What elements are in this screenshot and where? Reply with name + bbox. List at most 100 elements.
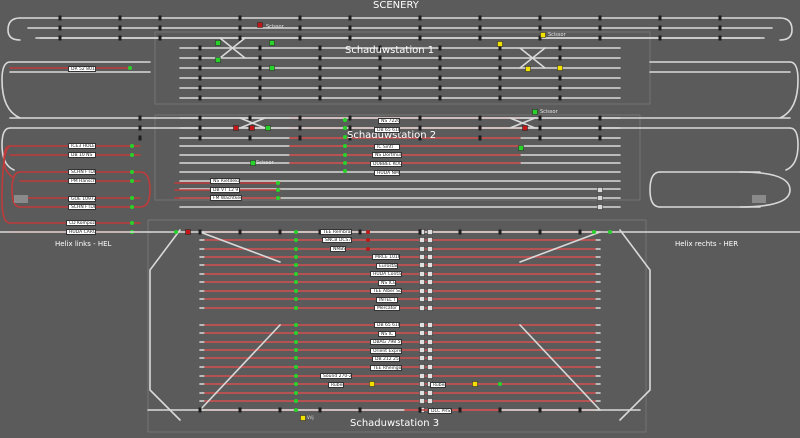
signal-icon [276, 188, 280, 192]
signal-icon [294, 340, 298, 344]
train-label[interactable]: NS IC [378, 331, 396, 337]
signal-icon [592, 230, 596, 234]
train-label[interactable]: NS ICE [378, 280, 396, 286]
train-label[interactable]: HUDA NMS [374, 170, 400, 176]
train-label[interactable]: DB 212 259 6 [372, 356, 400, 362]
signal-icon [294, 263, 298, 267]
block-marker [538, 15, 542, 21]
block-marker [378, 95, 382, 101]
block-marker [418, 35, 422, 41]
signal-icon [427, 347, 433, 353]
train-label[interactable]: GOE 1097Z [68, 196, 96, 202]
signal-icon [130, 170, 134, 174]
title-helix-links: Helix links - HEL [55, 240, 112, 248]
train-label[interactable]: DB VT 12 9 [210, 187, 240, 193]
train-label[interactable]: NMBS [330, 246, 346, 252]
block-marker [558, 85, 562, 91]
block-marker [238, 25, 242, 31]
signal-icon [427, 229, 433, 235]
train-label[interactable]: SCHN FTDR [68, 204, 96, 210]
train-label[interactable]: SCHN FTDR [68, 169, 96, 175]
signal-icon [366, 230, 370, 234]
train-label[interactable]: DLC PRSS [428, 408, 452, 414]
signal-icon [497, 41, 503, 47]
train-label[interactable]: IC Sintl [374, 144, 400, 150]
signal-icon [294, 280, 298, 284]
block-marker [258, 55, 262, 61]
signal-icon [419, 355, 425, 361]
signal-icon [343, 153, 347, 157]
train-label[interactable]: Mercator [374, 305, 400, 311]
scissor-label: Scissor [540, 109, 558, 115]
train-label[interactable]: PM Hansch [68, 178, 96, 184]
train-label[interactable]: Ruber [430, 382, 446, 388]
train-label[interactable]: DB 65 618 [374, 127, 400, 133]
train-label[interactable]: Ruber [328, 382, 344, 388]
signal-icon [419, 398, 425, 404]
signal-icon [498, 382, 502, 386]
signal-icon [369, 381, 375, 387]
block-marker [238, 407, 242, 413]
train-label[interactable]: NS Dortmund [372, 152, 402, 158]
block-marker [558, 55, 562, 61]
signal-icon [419, 254, 425, 260]
train-label[interactable]: MRCE 1016 [372, 254, 400, 260]
signal-icon [557, 65, 563, 71]
train-label[interactable]: NS Rietdekap [210, 178, 240, 184]
signal-icon [130, 179, 134, 183]
train-label[interactable]: Eurostar [376, 263, 398, 269]
train-label[interactable]: TEE Alber Schew [370, 288, 402, 294]
train-label[interactable]: SNCB DCS711 [322, 237, 352, 243]
train-label[interactable]: Orient Express [370, 348, 402, 354]
train-label[interactable]: ICE3 HOLE [68, 143, 96, 149]
block-marker [478, 115, 482, 121]
signal-icon [427, 305, 433, 311]
block-marker [538, 115, 542, 121]
block-marker [538, 125, 542, 131]
train-label[interactable]: CD Kompozes [66, 220, 96, 226]
signal-icon [419, 305, 425, 311]
train-label[interactable]: DBAG 798 591 T [370, 339, 402, 345]
train-label[interactable]: DB 10 NS [68, 152, 96, 158]
signal-icon [265, 125, 271, 131]
train-label[interactable]: FM Wachtkeeld [210, 195, 242, 201]
signal-icon [419, 322, 425, 328]
block-marker [498, 95, 502, 101]
train-label[interactable]: Sound 270-2 RB [320, 373, 352, 379]
train-label[interactable]: INTEL T [376, 297, 398, 303]
block-marker [498, 65, 502, 71]
block-marker [298, 25, 302, 31]
block-marker [438, 45, 442, 51]
signal-icon [522, 125, 528, 131]
legend-free: Vrij [307, 415, 314, 420]
block-marker [258, 85, 262, 91]
train-label[interactable]: DB 65 618 [374, 322, 400, 328]
signal-icon [427, 246, 433, 252]
signal-icon [427, 296, 433, 302]
track-curve [7, 17, 21, 41]
block-marker [478, 135, 482, 141]
signal-icon [294, 374, 298, 378]
train-label[interactable]: DR 52 801 [68, 66, 96, 72]
block-marker [138, 115, 142, 121]
signal-icon [294, 323, 298, 327]
block-marker [198, 75, 202, 81]
block-marker [158, 35, 162, 41]
block-marker [198, 125, 202, 131]
train-label[interactable]: HUDA CARGO [66, 229, 96, 235]
block-marker [318, 95, 322, 101]
block-marker [478, 15, 482, 21]
train-label[interactable]: NS 7226 [378, 118, 400, 124]
block-marker [478, 35, 482, 41]
train-label[interactable]: DUBBEL KOUPPE [370, 161, 402, 167]
block-marker [358, 407, 362, 413]
signal-icon [419, 279, 425, 285]
block-marker [458, 407, 462, 413]
signal-icon [427, 373, 433, 379]
block-marker [418, 25, 422, 31]
train-label[interactable]: TEE Rembrandt [320, 229, 352, 235]
signal-icon [366, 238, 370, 242]
signal-icon [427, 339, 433, 345]
train-label[interactable]: TEE Rheingold [370, 365, 402, 371]
train-label[interactable]: HUDA Container [370, 271, 402, 277]
